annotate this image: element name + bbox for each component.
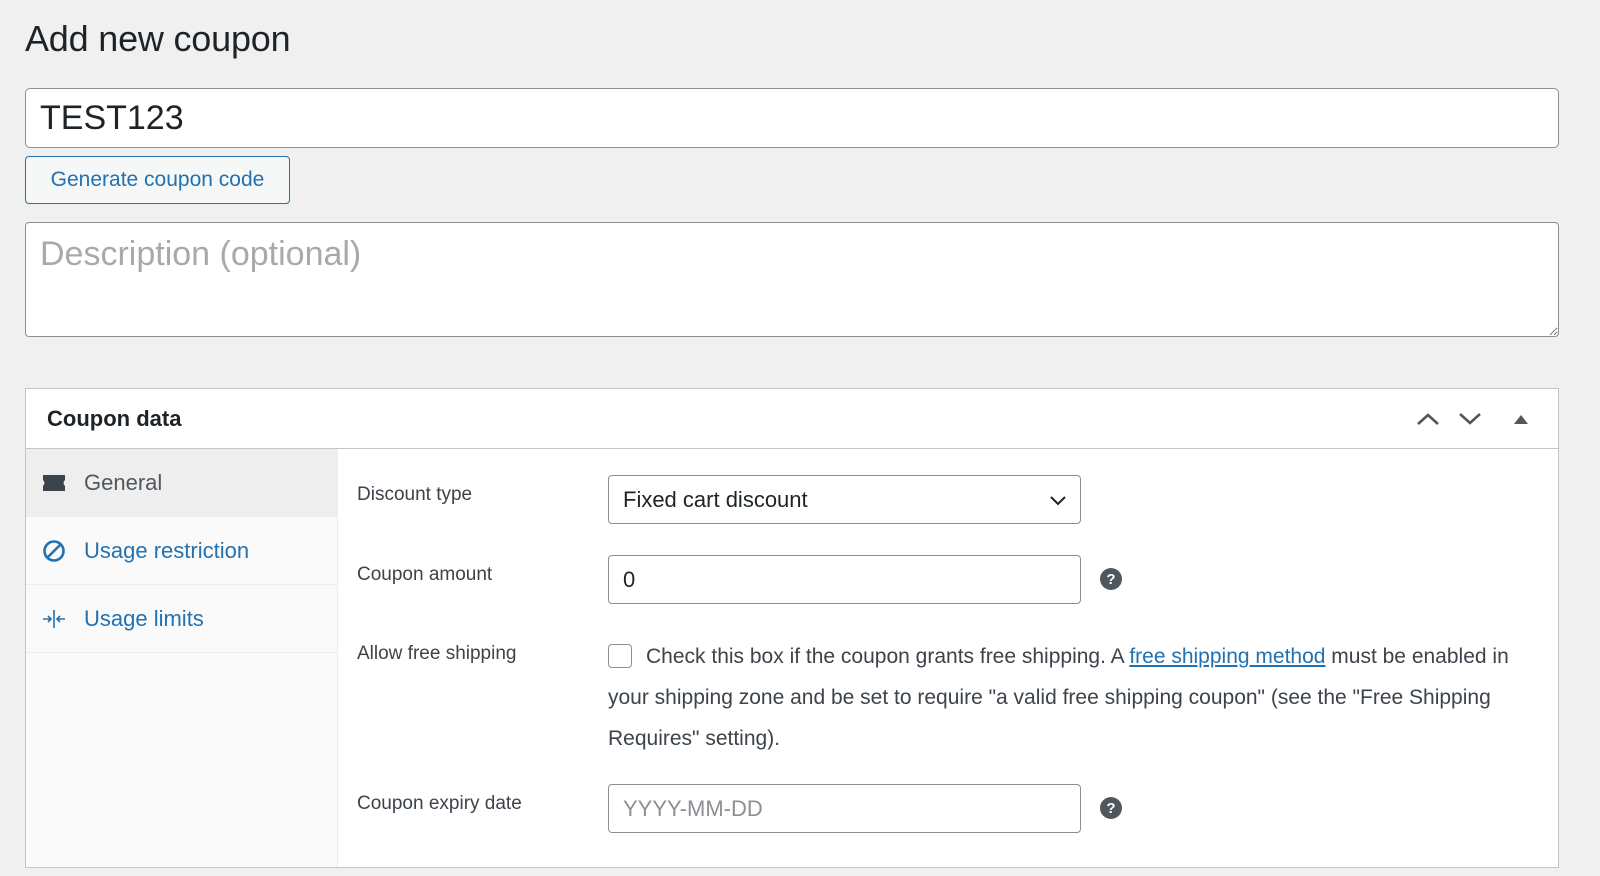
page-title: Add new coupon (25, 18, 291, 59)
coupon-amount-label: Coupon amount (357, 564, 493, 585)
tab-usage-restriction[interactable]: Usage restriction (26, 517, 337, 585)
move-down-button[interactable] (1452, 401, 1488, 437)
discount-type-value: Fixed cart discount (623, 487, 808, 512)
free-shipping-desc-before: Check this box if the coupon grants free… (646, 645, 1130, 668)
free-shipping-method-link[interactable]: free shipping method (1129, 645, 1325, 668)
coupon-data-tabs: General Usage restriction Usage limits (26, 449, 338, 867)
expiry-date-input[interactable] (608, 784, 1081, 833)
generate-coupon-code-button[interactable]: Generate coupon code (25, 156, 290, 204)
toggle-panel-button[interactable] (1503, 401, 1539, 437)
tab-usage-limits-label: Usage limits (84, 605, 204, 631)
coupon-data-title: Coupon data (47, 406, 182, 431)
coupon-data-header: Coupon data (26, 389, 1558, 449)
triangle-up-icon (1514, 415, 1528, 424)
move-up-button[interactable] (1410, 401, 1446, 437)
expiry-date-label: Coupon expiry date (357, 793, 522, 814)
help-icon[interactable]: ? (1100, 797, 1122, 819)
chevron-down-icon (1050, 496, 1066, 506)
coupon-amount-input[interactable] (608, 555, 1081, 604)
coupon-data-panel: Coupon data General Usage restriction Us… (25, 388, 1559, 868)
help-icon[interactable]: ? (1100, 568, 1122, 590)
chevron-up-icon (1417, 413, 1439, 425)
tab-general[interactable]: General (26, 449, 337, 517)
tab-usage-restriction-label: Usage restriction (84, 537, 250, 563)
general-panel: Discount type Fixed cart discount Coupon… (337, 449, 1558, 867)
free-shipping-description: Check this box if the coupon grants free… (608, 636, 1518, 759)
chevron-down-icon (1459, 413, 1481, 425)
discount-type-select[interactable]: Fixed cart discount (608, 475, 1081, 524)
coupon-code-input[interactable] (25, 88, 1559, 148)
tab-usage-limits[interactable]: Usage limits (26, 585, 337, 653)
ticket-icon (41, 470, 67, 496)
free-shipping-label: Allow free shipping (357, 643, 517, 664)
arrows-in-icon (41, 606, 67, 632)
discount-type-label: Discount type (357, 484, 473, 505)
description-textarea[interactable] (25, 222, 1559, 337)
tab-general-label: General (84, 469, 163, 495)
no-entry-icon (41, 538, 67, 564)
